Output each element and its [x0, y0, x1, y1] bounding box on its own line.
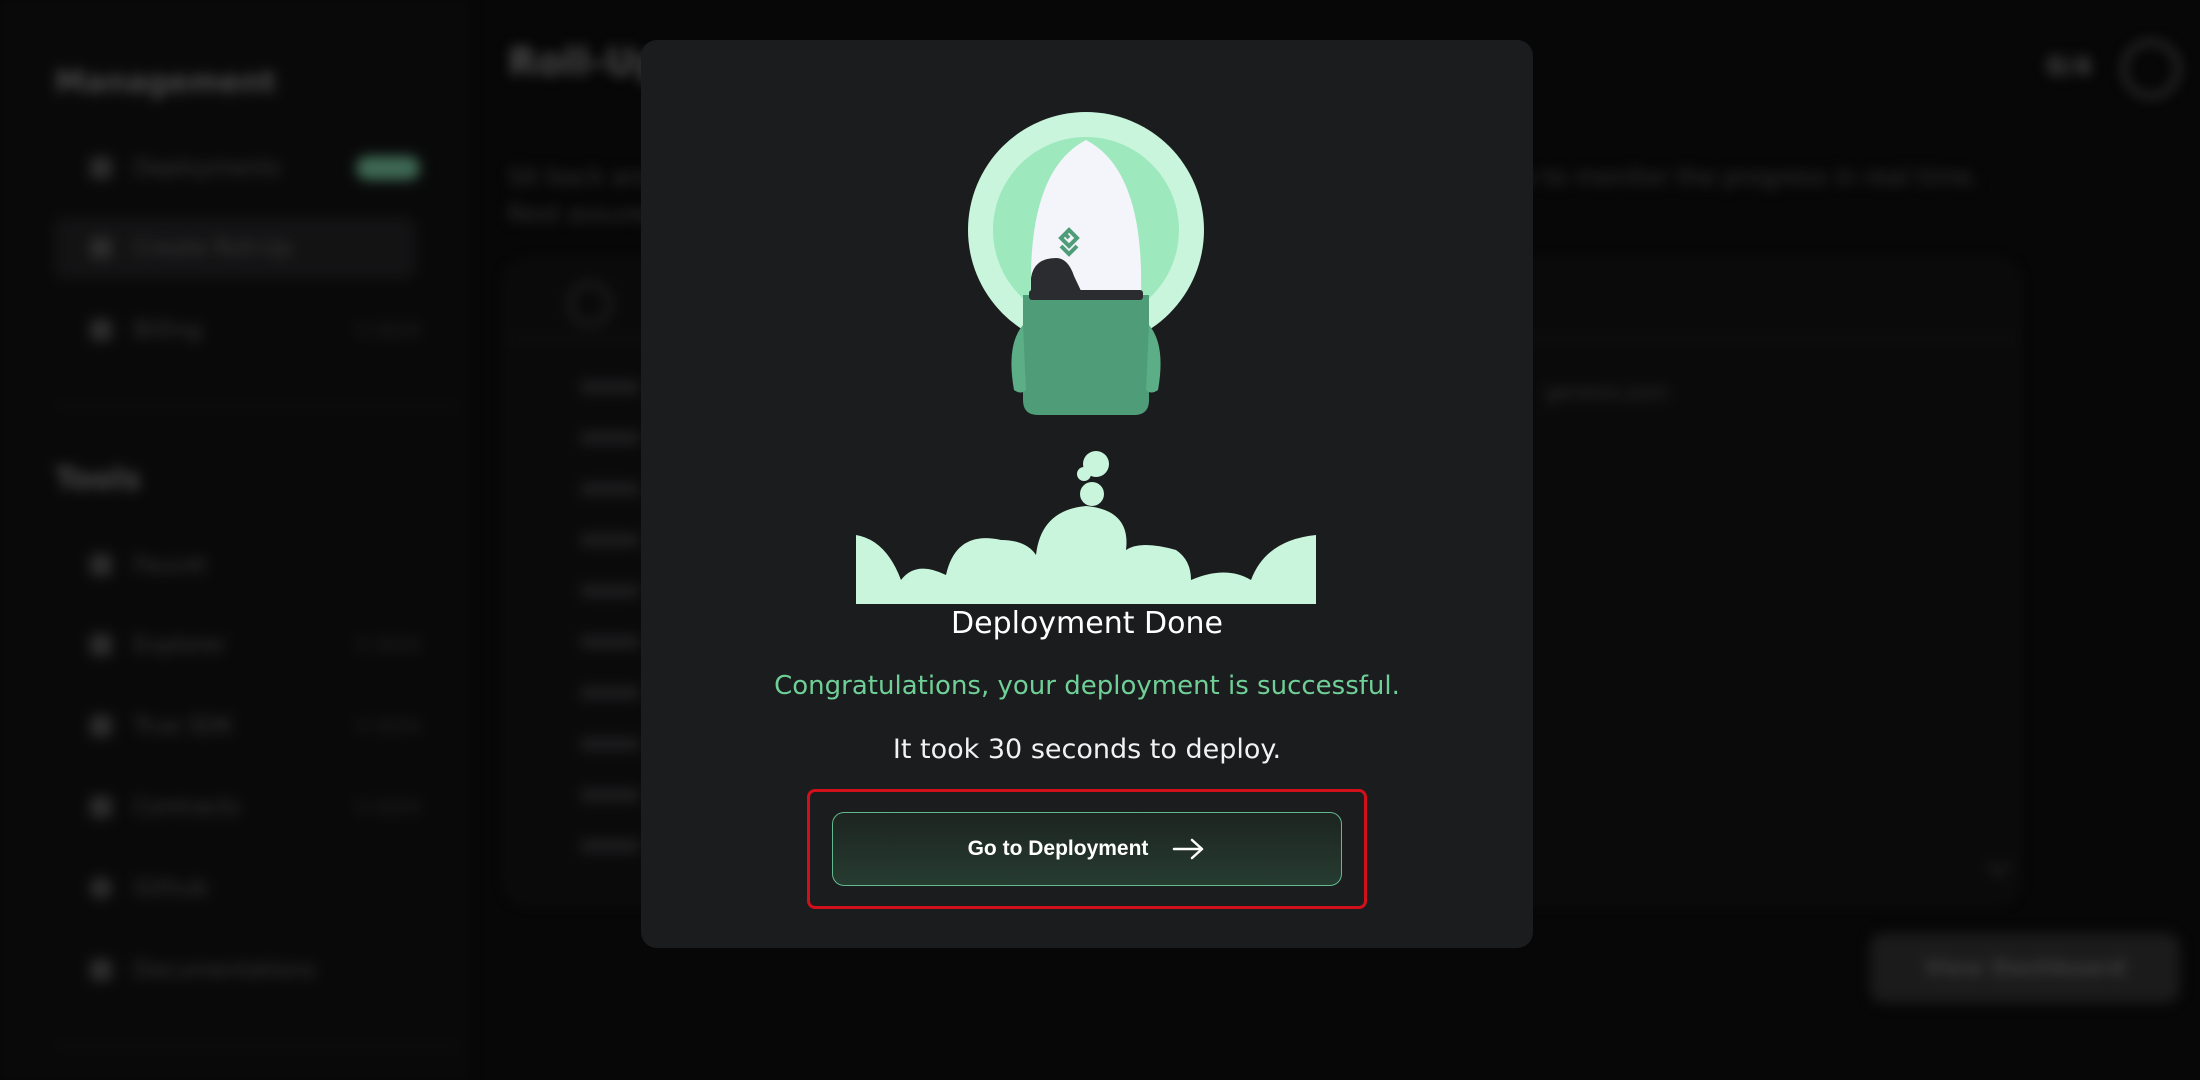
go-to-deployment-button[interactable]: Go to Deployment	[832, 812, 1342, 886]
duration-message: It took 30 seconds to deploy.	[892, 734, 1282, 765]
exhaust-puff	[1077, 467, 1091, 481]
go-to-deployment-label: Go to Deployment	[967, 837, 1149, 860]
success-message: Congratulations, your deployment is succ…	[774, 671, 1400, 701]
modal-title: Deployment Done	[951, 606, 1223, 641]
cloud	[856, 506, 1316, 604]
deployment-done-modal: Deployment Done Congratulations, your de…	[641, 40, 1533, 948]
exhaust-puff	[1080, 482, 1104, 506]
rocket-band	[1029, 290, 1143, 300]
rocket-launch-illustration	[856, 112, 1316, 604]
rocket-body	[1023, 295, 1149, 415]
arrow-right-icon	[1173, 838, 1204, 860]
